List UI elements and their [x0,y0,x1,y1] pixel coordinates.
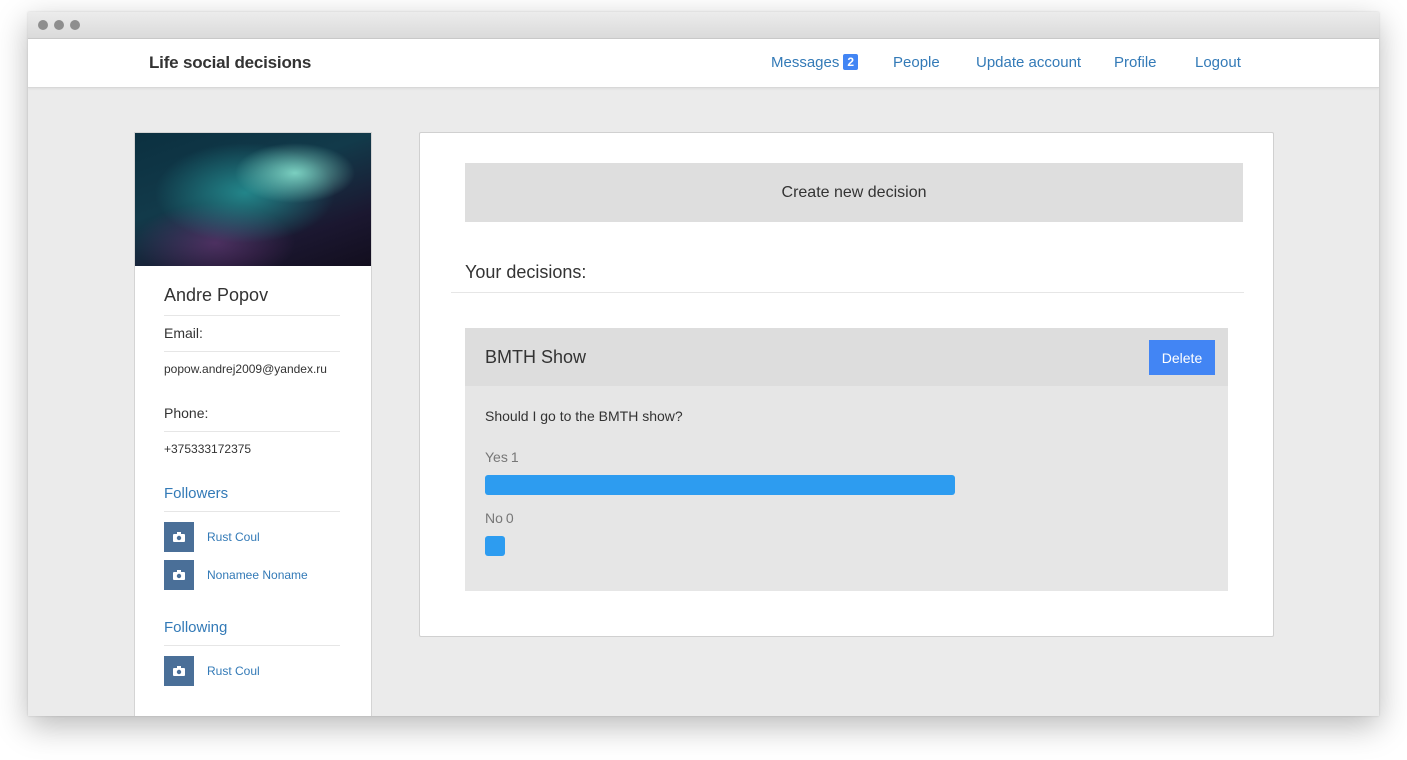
profile-name: Andre Popov [164,285,269,305]
decision-card-header: BMTH Show Delete [465,328,1228,386]
option-no-label: No 0 [485,510,514,526]
decision-card: BMTH Show Delete Should I go to the BMTH… [465,328,1228,591]
option-yes-bar-track [485,475,955,495]
email-value: popow.andrej2009@yandex.ru [164,362,327,376]
avatar [164,560,194,590]
follower-item[interactable]: Nonamee Noname [164,560,344,590]
follower-item[interactable]: Rust Coul [164,522,344,552]
option-count: 1 [510,449,519,465]
delete-decision-button[interactable]: Delete [1149,340,1215,375]
browser-window: Life social decisions Messages 2 People U… [28,12,1379,716]
option-yes-label: Yes 1 [485,449,519,465]
option-no-bar-track [485,536,955,556]
option-no-bar[interactable] [485,536,505,556]
phone-label: Phone: [164,405,209,421]
divider [164,645,340,646]
option-yes-bar[interactable] [485,475,955,495]
window-maximize-dot[interactable] [70,20,80,30]
following-name[interactable]: Rust Coul [207,664,260,678]
divider [451,292,1244,293]
option-label: No [485,510,503,526]
decision-title: BMTH Show [485,347,587,367]
nav-people[interactable]: People [893,54,940,71]
profile-sidebar: Andre Popov Email: popow.andrej2009@yand… [134,132,372,716]
profile-cover-image [135,133,371,266]
divider [164,351,340,352]
messages-count-badge: 2 [843,54,859,70]
follower-name[interactable]: Rust Coul [207,530,260,544]
avatar [164,656,194,686]
followers-heading[interactable]: Followers [164,485,228,502]
top-navbar: Life social decisions Messages 2 People U… [28,39,1379,88]
nav-profile[interactable]: Profile [1114,54,1157,71]
avatar [164,522,194,552]
follower-name[interactable]: Nonamee Noname [207,568,308,582]
nav-logout[interactable]: Logout [1195,54,1241,71]
divider [164,315,340,316]
option-count: 0 [505,510,514,526]
window-minimize-dot[interactable] [54,20,64,30]
divider [164,431,340,432]
camera-icon [173,570,185,580]
following-item[interactable]: Rust Coul [164,656,344,686]
camera-icon [173,666,185,676]
decisions-panel: Create new decision Your decisions: BMTH… [419,132,1274,637]
phone-value: +375333172375 [164,442,252,456]
nav-messages-label: Messages [771,54,840,71]
email-label: Email: [164,325,203,341]
following-heading[interactable]: Following [164,619,227,636]
nav-messages[interactable]: Messages 2 [771,54,859,71]
decision-question: Should I go to the BMTH show? [485,408,683,424]
camera-icon [173,532,185,542]
brand-title[interactable]: Life social decisions [149,53,311,73]
window-titlebar [28,12,1379,39]
divider [164,511,340,512]
option-label: Yes [485,449,508,465]
your-decisions-heading: Your decisions: [465,262,587,282]
window-close-dot[interactable] [38,20,48,30]
create-decision-button[interactable]: Create new decision [465,163,1243,222]
nav-update-account[interactable]: Update account [976,54,1081,71]
